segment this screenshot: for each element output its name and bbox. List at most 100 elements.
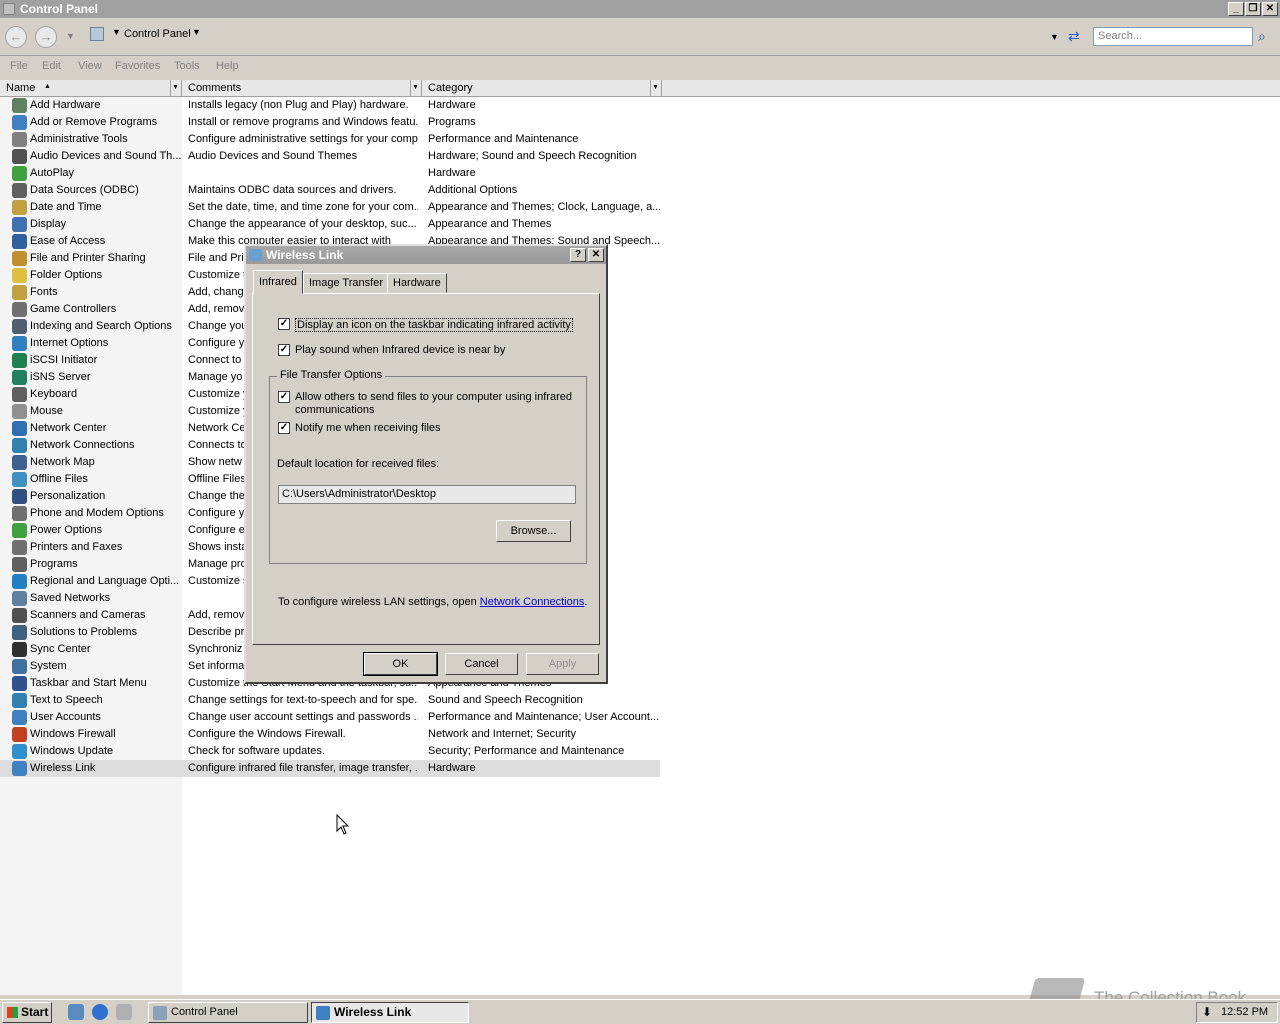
item-icon — [12, 166, 27, 181]
item-icon — [12, 421, 27, 436]
start-button[interactable]: Start — [2, 1002, 52, 1023]
item-category: Appearance and Themes; Clock, Language, … — [428, 201, 660, 213]
list-item[interactable]: Windows Update Check for software updates… — [0, 743, 660, 760]
list-item[interactable]: Add Hardware Installs legacy (non Plug an… — [0, 97, 660, 114]
quicklaunch-ie-icon[interactable] — [92, 1004, 108, 1020]
search-icon[interactable]: ⌕ — [1258, 28, 1266, 45]
item-category: Programs — [428, 116, 476, 128]
task-wireless-link[interactable]: Wireless Link — [311, 1002, 469, 1023]
address-dropdown-icon[interactable]: ▼ — [1050, 32, 1059, 42]
item-name: Keyboard — [30, 388, 78, 400]
search-input[interactable]: Search... — [1093, 27, 1253, 46]
menu-tools[interactable]: Tools — [174, 60, 200, 72]
clock[interactable]: 12:52 PM — [1221, 1003, 1268, 1022]
quicklaunch-explorer-icon[interactable] — [68, 1004, 84, 1020]
window-title-bar[interactable]: Control Panel _ ❐ ✕ — [0, 0, 1280, 18]
cancel-button[interactable]: Cancel — [445, 653, 518, 675]
tab-image-transfer[interactable]: Image Transfer — [303, 273, 389, 293]
menu-file[interactable]: File — [10, 60, 28, 72]
item-name: iSCSI Initiator — [30, 354, 98, 366]
play-sound-checkbox[interactable]: ✓ — [278, 344, 290, 356]
play-sound-label[interactable]: Play sound when Infrared device is near … — [295, 344, 505, 356]
item-name: Power Options — [30, 524, 103, 536]
network-connections-link[interactable]: Network Connections — [480, 596, 585, 608]
menu-edit[interactable]: Edit — [42, 60, 61, 72]
list-item[interactable]: Audio Devices and Sound Th... Audio Devic… — [0, 148, 660, 165]
allow-send-checkbox[interactable]: ✓ — [278, 391, 290, 403]
item-name: File and Printer Sharing — [30, 252, 146, 264]
item-category: Security; Performance and Maintenance — [428, 745, 625, 757]
taskbar-icon-checkbox[interactable]: ✓ — [278, 318, 290, 330]
address-bar[interactable]: ▼ Control Panel ▼ — [86, 24, 1066, 46]
allow-send-label-line2[interactable]: communications — [295, 404, 374, 416]
list-item[interactable]: Add or Remove Programs Install or remove … — [0, 114, 660, 131]
list-item[interactable]: Display Change the appearance of your des… — [0, 216, 660, 233]
column-name-dropdown-icon[interactable]: ▼ — [170, 80, 180, 96]
sort-ascending-icon: ▲ — [44, 83, 51, 90]
tray-download-icon[interactable]: ⬇ — [1202, 1003, 1212, 1022]
list-item[interactable]: Date and Time Set the date, time, and tim… — [0, 199, 660, 216]
allow-send-label-line1[interactable]: Allow others to send files to your compu… — [295, 391, 572, 403]
column-header-category[interactable]: Category ▼ — [422, 80, 662, 97]
item-icon — [12, 710, 27, 725]
list-item[interactable]: Data Sources (ODBC) Maintains ODBC data s… — [0, 182, 660, 199]
refresh-icon[interactable]: ⇄ — [1068, 28, 1084, 44]
item-name: Date and Time — [30, 201, 102, 213]
breadcrumb-dropdown-icon[interactable]: ▼ — [192, 27, 201, 37]
infrared-tab-panel: ✓ Display an icon on the taskbar indicat… — [252, 293, 600, 645]
history-dropdown-icon[interactable]: ▼ — [66, 31, 75, 41]
tab-hardware[interactable]: Hardware — [387, 273, 447, 293]
forward-button[interactable]: → — [35, 26, 57, 48]
tab-infrared[interactable]: Infrared — [253, 270, 303, 294]
item-category: Hardware — [428, 167, 476, 179]
item-comment: Set the date, time, and time zone for yo… — [188, 201, 418, 213]
menu-help[interactable]: Help — [216, 60, 239, 72]
control-panel-small-icon — [90, 27, 104, 41]
menu-favorites[interactable]: Favorites — [115, 60, 160, 72]
task-control-panel[interactable]: Control Panel — [148, 1002, 308, 1023]
taskbar: Start Control Panel Wireless Link ⬇ 12:5… — [0, 999, 1280, 1024]
column-header-name[interactable]: Name ▲ ▼ — [0, 80, 182, 97]
item-icon — [12, 251, 27, 266]
item-category: Network and Internet; Security — [428, 728, 576, 740]
item-name: Indexing and Search Options — [30, 320, 172, 332]
browse-button[interactable]: Browse... — [496, 520, 571, 542]
apply-button[interactable]: Apply — [526, 653, 599, 675]
taskbar-icon-label[interactable]: Display an icon on the taskbar indicatin… — [295, 318, 573, 332]
breadcrumb-arrow-icon[interactable]: ▼ — [112, 27, 121, 37]
ok-button[interactable]: OK — [363, 652, 438, 676]
restore-button[interactable]: ❐ — [1245, 2, 1261, 16]
column-comments-dropdown-icon[interactable]: ▼ — [410, 80, 420, 96]
list-item[interactable]: Wireless Link Configure infrared file tra… — [0, 760, 660, 777]
column-header-comments[interactable]: Comments ▼ — [182, 80, 422, 97]
address-location[interactable]: Control Panel — [124, 28, 191, 40]
item-icon — [12, 455, 27, 470]
back-button[interactable]: ← — [5, 26, 27, 48]
dialog-close-button[interactable]: ✕ — [588, 248, 604, 262]
item-name: Add Hardware — [30, 99, 101, 111]
notify-checkbox[interactable]: ✓ — [278, 422, 290, 434]
item-category: Hardware — [428, 762, 476, 774]
close-button[interactable]: ✕ — [1262, 2, 1278, 16]
list-item[interactable]: AutoPlay Hardware — [0, 165, 660, 182]
default-location-field[interactable]: C:\Users\Administrator\Desktop — [278, 485, 576, 504]
item-icon — [12, 438, 27, 453]
item-icon — [12, 115, 27, 130]
item-name: Network Center — [30, 422, 107, 434]
item-name: Phone and Modem Options — [30, 507, 164, 519]
dialog-title-bar[interactable]: Wireless Link ? ✕ — [246, 246, 606, 264]
list-item[interactable]: Administrative Tools Configure administra… — [0, 131, 660, 148]
item-icon — [12, 676, 27, 691]
quicklaunch-desktop-icon[interactable] — [116, 1004, 132, 1020]
list-item[interactable]: User Accounts Change user account setting… — [0, 709, 660, 726]
minimize-button[interactable]: _ — [1228, 2, 1244, 16]
list-item[interactable]: Windows Firewall Configure the Windows Fi… — [0, 726, 660, 743]
menu-view[interactable]: View — [78, 60, 102, 72]
column-category-dropdown-icon[interactable]: ▼ — [650, 80, 660, 96]
notify-label[interactable]: Notify me when receiving files — [295, 422, 441, 434]
item-icon — [12, 506, 27, 521]
list-item[interactable]: Text to Speech Change settings for text-t… — [0, 692, 660, 709]
help-button[interactable]: ? — [570, 248, 586, 262]
windows-logo-icon — [7, 1007, 18, 1018]
item-icon — [12, 574, 27, 589]
